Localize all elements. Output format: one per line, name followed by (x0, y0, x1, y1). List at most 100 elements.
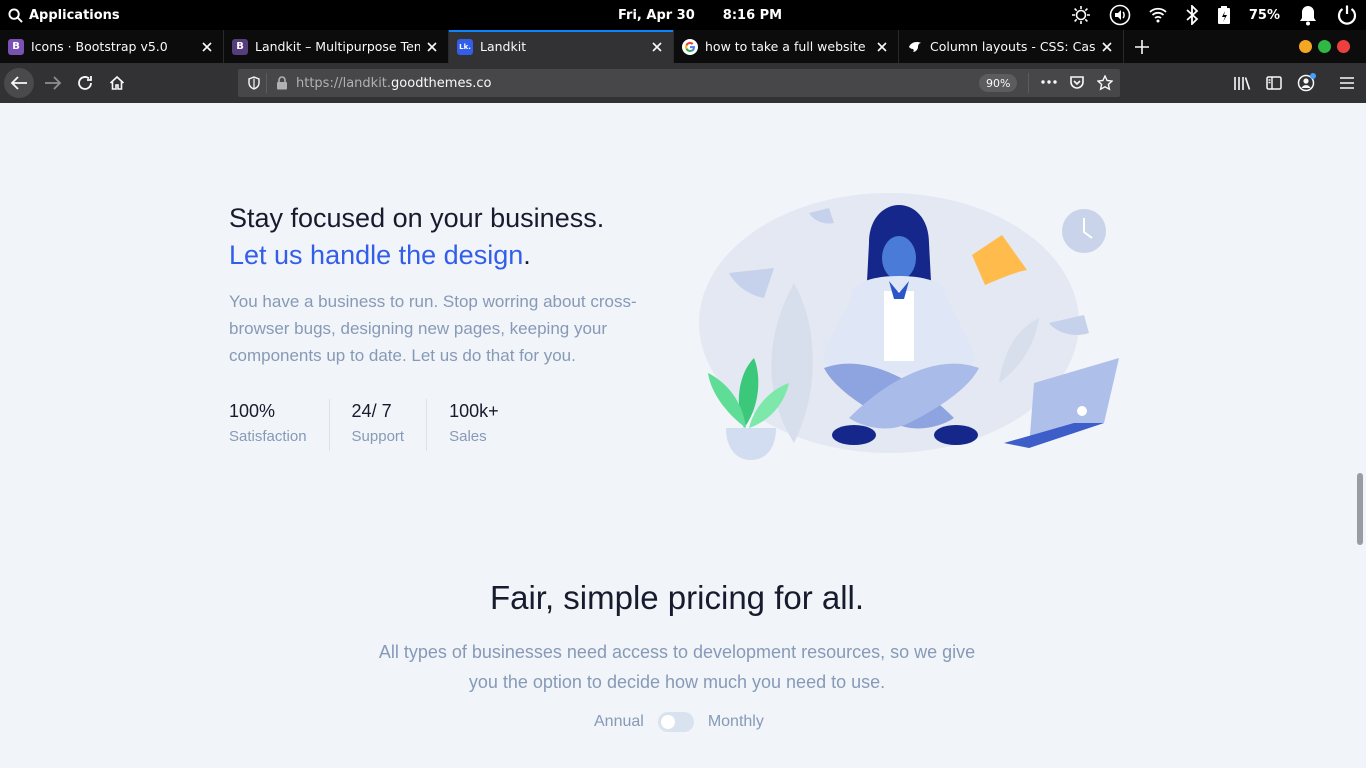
tab-title: Icons · Bootstrap v5.0 (31, 39, 168, 54)
volume-icon[interactable] (1109, 4, 1131, 26)
forward-arrow-icon (45, 76, 62, 90)
tab-title: Landkit – Multipurpose Temp (255, 39, 420, 54)
url-text[interactable]: https://landkit. goodthemes.co (296, 69, 491, 97)
time-label: 8:16 PM (722, 7, 783, 23)
pricing-title: Fair, simple pricing for all. (489, 579, 865, 616)
stat-label: Sales (449, 428, 487, 445)
foot-shape (934, 425, 978, 445)
meditation-illustration (699, 193, 1119, 460)
toggle-knob (660, 715, 675, 729)
tab-landkit[interactable]: Lk. Landkit (449, 30, 674, 63)
account-icon[interactable] (1297, 72, 1317, 92)
plus-icon (1135, 39, 1149, 54)
date-label: Fri, Apr 30 (618, 7, 695, 23)
notification-bell-icon[interactable] (1298, 4, 1318, 26)
tab-title: Column layouts - CSS: Cascad (930, 39, 1095, 54)
tab-mdn-column-layouts[interactable]: Column layouts - CSS: Cascad (899, 30, 1124, 63)
wifi-icon[interactable] (1149, 7, 1167, 23)
applications-menu[interactable]: Applications (8, 0, 120, 30)
hamburger-menu-icon[interactable] (1339, 76, 1355, 90)
billing-toggle-row: Annual Monthly (594, 712, 764, 732)
window-controls (1299, 40, 1350, 53)
stat-value: 100k+ (449, 401, 499, 421)
stat-support: 24/ 7 Support (328, 399, 427, 451)
applications-label: Applications (29, 7, 120, 23)
brightness-icon[interactable] (1071, 5, 1091, 25)
system-tray: 75% (1071, 0, 1358, 30)
battery-icon[interactable] (1217, 5, 1231, 25)
home-button[interactable] (102, 68, 132, 98)
zoom-indicator[interactable]: 90% (979, 74, 1018, 92)
pocket-icon[interactable] (1069, 75, 1085, 91)
home-icon (109, 75, 125, 90)
stat-sales: 100k+ Sales (426, 399, 521, 451)
url-domain: goodthemes.co (391, 75, 492, 91)
mdn-favicon-icon (907, 39, 923, 55)
foot-shape (832, 425, 876, 445)
stat-value: 100% (229, 401, 276, 421)
landkit-favicon-icon: Lk. (457, 38, 473, 55)
scrollbar-thumb[interactable] (1357, 473, 1363, 545)
urlbar-divider (1028, 73, 1029, 93)
shirt-shape (884, 291, 914, 361)
lock-icon[interactable] (276, 76, 288, 90)
address-bar[interactable]: https://landkit. goodthemes.co 90% (238, 69, 1120, 97)
page-viewport: Stay focused on your business. Let us ha… (0, 103, 1354, 768)
stat-satisfaction: 100% Satisfaction (229, 399, 329, 451)
tab-strip: B Icons · Bootstrap v5.0 B Landkit – Mul… (0, 30, 1366, 63)
forward-button[interactable] (38, 68, 68, 98)
billing-toggle-switch[interactable] (657, 712, 694, 732)
tab-icons-bootstrap[interactable]: B Icons · Bootstrap v5.0 (0, 30, 224, 63)
tab-title: Landkit (480, 39, 527, 54)
tab-close-icon[interactable] (645, 35, 669, 59)
search-icon (8, 7, 23, 23)
reload-icon (78, 76, 92, 90)
stats-row: 100% Satisfaction 24/ 7 Support 100k+ Sa… (229, 399, 521, 451)
maximize-button[interactable] (1318, 40, 1331, 53)
sidebar-icon[interactable] (1266, 75, 1282, 91)
monthly-label: Monthly (707, 713, 764, 730)
close-window-button[interactable] (1337, 40, 1350, 53)
bootstrap-favicon-icon: B (8, 38, 24, 55)
tab-title: how to take a full website scr (705, 39, 870, 54)
google-favicon-icon (682, 38, 698, 55)
reload-button[interactable] (70, 68, 100, 98)
page-actions-icon[interactable] (1041, 80, 1057, 84)
clock[interactable]: Fri, Apr 30 8:16 PM (618, 0, 782, 30)
new-tab-button[interactable] (1124, 30, 1160, 63)
library-icon[interactable] (1233, 75, 1251, 91)
os-top-bar: Applications Fri, Apr 30 8:16 PM 75% (0, 0, 1366, 30)
tab-close-icon[interactable] (195, 35, 219, 59)
navigation-bar: https://landkit. goodthemes.co 90% (0, 63, 1366, 103)
tab-close-icon[interactable] (870, 35, 894, 59)
tab-landkit-template[interactable]: B Landkit – Multipurpose Temp (224, 30, 449, 63)
section-lead: You have a business to run. Stop worring… (229, 292, 637, 365)
heading-highlight: Let us handle the design (229, 240, 524, 270)
back-button[interactable] (4, 68, 34, 98)
tracking-shield-icon[interactable] (247, 76, 261, 90)
battery-percent: 75% (1248, 7, 1280, 23)
bookmark-star-icon[interactable] (1097, 75, 1113, 91)
tab-close-icon[interactable] (1095, 35, 1119, 59)
section-heading: Stay focused on your business. Let us ha… (229, 200, 604, 274)
bootstrap-favicon-icon: B (232, 38, 248, 55)
heading-period: . (523, 240, 531, 270)
bluetooth-icon[interactable] (1185, 5, 1199, 25)
heading-line-2-wrapper: Let us handle the design. (229, 237, 604, 274)
plant-pot-shape (726, 428, 776, 460)
tab-close-icon[interactable] (420, 35, 444, 59)
stat-value: 24/ 7 (351, 401, 392, 421)
face-shape (882, 236, 916, 280)
stat-label: Satisfaction (229, 428, 307, 445)
urlbar-divider (266, 73, 267, 93)
minimize-button[interactable] (1299, 40, 1312, 53)
url-prefix: https://landkit. (296, 75, 392, 91)
annual-label: Annual (594, 713, 644, 730)
back-arrow-icon (10, 76, 27, 90)
heading-line-1: Stay focused on your business. (229, 203, 605, 233)
power-icon[interactable] (1336, 4, 1358, 26)
pricing-lead: All types of businesses need access to d… (378, 642, 976, 692)
tab-google-search[interactable]: how to take a full website scr (674, 30, 899, 63)
page-scrollbar[interactable] (1354, 103, 1366, 768)
stat-label: Support (351, 428, 405, 445)
